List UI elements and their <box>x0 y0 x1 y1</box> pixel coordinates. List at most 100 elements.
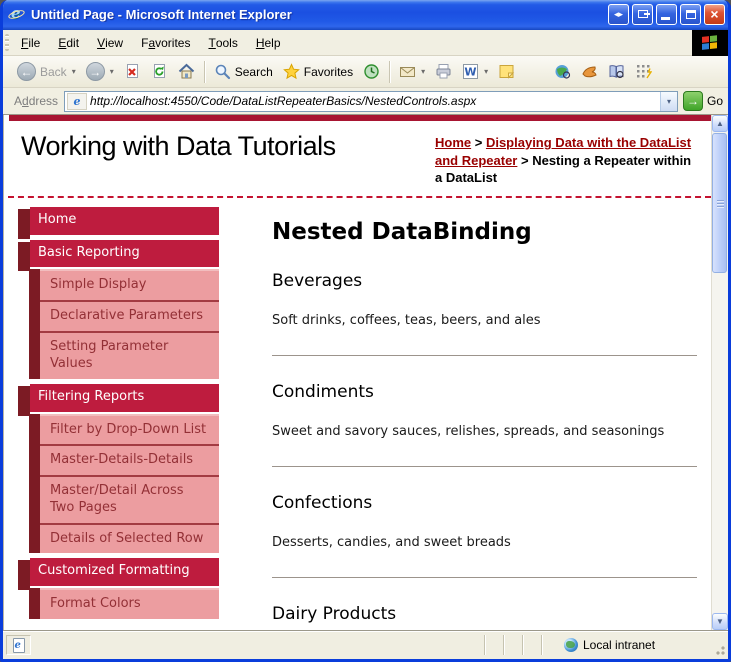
scroll-up-button[interactable]: ▲ <box>712 115 728 132</box>
toolbar-separator <box>389 61 390 83</box>
sidebar-item-filtering-reports[interactable]: Filtering Reports <box>30 384 219 412</box>
address-url[interactable]: http://localhost:4550/Code/DataListRepea… <box>90 94 660 108</box>
edit-dropdown-icon: ▾ <box>484 67 488 76</box>
forward-icon: → <box>86 62 105 81</box>
research-button[interactable] <box>603 60 630 83</box>
menu-help[interactable]: Help <box>247 30 290 55</box>
page-document-icon: e <box>13 638 25 653</box>
history-button[interactable] <box>358 60 385 83</box>
sidebar-item-simple-display[interactable]: Simple Display <box>40 269 219 300</box>
sidebar-item-filter-by-dropdown-list[interactable]: Filter by Drop-Down List <box>40 414 219 445</box>
edit-with-word-button[interactable]: W ▾ <box>457 60 493 83</box>
go-button[interactable]: → Go <box>683 91 723 111</box>
sidebar-item-format-colors[interactable]: Format Colors <box>40 588 219 619</box>
ie-logo-icon: e <box>8 5 26 23</box>
browser-viewport: Working with Data Tutorials Home > Displ… <box>3 115 728 630</box>
menu-file[interactable]: File <box>12 30 49 55</box>
address-input[interactable]: e http://localhost:4550/Code/DataListRep… <box>64 91 678 112</box>
resize-grip[interactable] <box>712 642 726 656</box>
back-icon: ← <box>17 62 36 81</box>
home-icon <box>178 63 195 80</box>
title-bar: e Untitled Page - Microsoft Internet Exp… <box>0 0 731 30</box>
pan-button[interactable]: ◂▸ <box>608 4 629 25</box>
windows-flag-icon <box>702 35 718 51</box>
breadcrumb: Home > Displaying Data with the DataList… <box>435 134 695 187</box>
security-zone-label: Local intranet <box>583 638 655 652</box>
refresh-icon <box>151 63 168 80</box>
print-icon <box>435 63 452 80</box>
popout-button[interactable] <box>632 4 653 25</box>
category-description: Soft drinks, coffees, teas, beers, and a… <box>272 313 697 328</box>
favorites-star-icon <box>283 63 300 80</box>
search-icon <box>214 63 231 80</box>
forward-button[interactable]: → ▾ <box>81 59 119 84</box>
forward-dropdown-icon: ▾ <box>110 67 114 76</box>
book-search-icon <box>608 63 625 80</box>
address-bar: Address e http://localhost:4550/Code/Dat… <box>3 88 728 115</box>
dotted-grid-icon <box>635 63 652 80</box>
address-dropdown-button[interactable]: ▾ <box>660 92 677 111</box>
menu-favorites[interactable]: Favorites <box>132 30 199 55</box>
notes-button[interactable] <box>493 60 520 83</box>
section-divider <box>272 355 697 356</box>
toolbar-separator <box>204 61 205 83</box>
sidebar-item-declarative-parameters[interactable]: Declarative Parameters <box>40 300 219 331</box>
refresh-button[interactable] <box>146 60 173 83</box>
quick-launch-button[interactable] <box>630 60 657 83</box>
filtering-reports-sublist: Filter by Drop-Down List Master-Details-… <box>29 414 219 554</box>
messenger-hand-icon <box>581 63 598 80</box>
category-section: Confections Desserts, candies, and sweet… <box>272 493 697 578</box>
back-dropdown-icon: ▾ <box>72 67 76 76</box>
print-button[interactable] <box>430 60 457 83</box>
scrollbar-thumb[interactable] <box>712 133 727 273</box>
category-section: Dairy Products Cheeses <box>272 604 697 630</box>
status-message-cell <box>33 635 482 655</box>
sidebar-item-details-of-selected-row[interactable]: Details of Selected Row <box>40 523 219 554</box>
go-arrow-icon: → <box>683 91 703 111</box>
menu-tools[interactable]: Tools <box>199 30 246 55</box>
minimize-button[interactable] <box>656 4 677 25</box>
page-favicon: e <box>67 93 87 110</box>
category-description: Desserts, candies, and sweet breads <box>272 535 697 550</box>
category-title: Condiments <box>272 382 697 402</box>
sidebar-item-customized-formatting[interactable]: Customized Formatting <box>30 558 219 586</box>
search-button[interactable]: Search <box>209 60 278 83</box>
status-pane-separator <box>484 635 501 655</box>
basic-reporting-sublist: Simple Display Declarative Parameters Se… <box>29 269 219 378</box>
sidebar-item-master-detail-across-two-pages[interactable]: Master/Detail Across Two Pages <box>40 475 219 523</box>
back-button[interactable]: ← Back ▾ <box>12 59 81 84</box>
security-zone-cell: Local intranet <box>560 635 710 655</box>
category-section: Condiments Sweet and savory sauces, reli… <box>272 382 697 467</box>
scrollbar-track[interactable] <box>712 132 728 613</box>
close-button[interactable]: × <box>704 4 725 25</box>
breadcrumb-home-link[interactable]: Home <box>435 135 471 150</box>
address-label: Address <box>14 94 58 108</box>
note-icon <box>498 63 515 80</box>
windows-logo-throbber <box>692 30 728 56</box>
stop-button[interactable] <box>119 60 146 83</box>
main-content: Nested DataBinding Beverages Soft drinks… <box>219 207 711 630</box>
scroll-down-button[interactable]: ▼ <box>712 613 728 630</box>
globe-search-icon <box>554 63 571 80</box>
sidebar-item-basic-reporting[interactable]: Basic Reporting <box>30 240 219 268</box>
sidebar-menu: Home Basic Reporting Simple Display Decl… <box>18 207 219 624</box>
msn-explorer-button[interactable] <box>549 60 576 83</box>
mail-button[interactable]: ▾ <box>394 60 430 83</box>
menu-edit[interactable]: Edit <box>49 30 88 55</box>
sidebar-item-home[interactable]: Home <box>30 207 219 235</box>
favorites-button[interactable]: Favorites <box>278 60 358 83</box>
menubar-grip[interactable] <box>5 34 9 51</box>
maximize-button[interactable] <box>680 4 701 25</box>
history-clock-icon <box>363 63 380 80</box>
messenger-button[interactable] <box>576 60 603 83</box>
menu-view[interactable]: View <box>88 30 132 55</box>
vertical-scrollbar[interactable]: ▲ ▼ <box>711 115 728 630</box>
browser-window: e Untitled Page - Microsoft Internet Exp… <box>0 0 731 662</box>
sidebar-item-setting-parameter-values[interactable]: Setting Parameter Values <box>40 331 219 379</box>
status-bar: e Local intranet <box>3 630 728 659</box>
home-button[interactable] <box>173 60 200 83</box>
page-header: Working with Data Tutorials Home > Displ… <box>4 121 711 187</box>
status-pane-separator <box>522 635 539 655</box>
web-page: Working with Data Tutorials Home > Displ… <box>4 115 711 630</box>
sidebar-item-master-details-details[interactable]: Master-Details-Details <box>40 444 219 475</box>
